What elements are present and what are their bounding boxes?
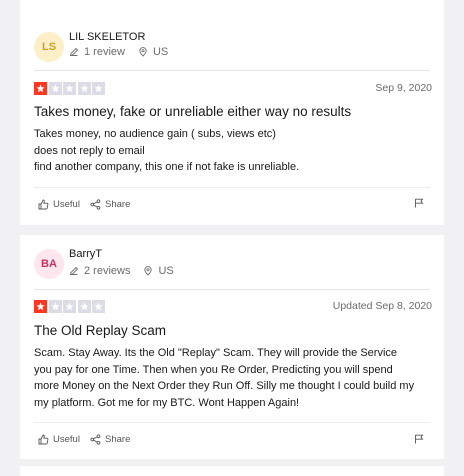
review-body-line: does not reply to email — [34, 144, 145, 157]
star-rating — [34, 300, 107, 313]
review-card — [20, 466, 444, 476]
share-button[interactable]: Share — [90, 199, 130, 210]
useful-button[interactable]: Useful — [38, 434, 80, 445]
pencil-icon — [69, 266, 79, 276]
divider — [34, 70, 430, 71]
star-icon — [63, 300, 76, 313]
star-rating — [34, 82, 107, 95]
useful-label: Useful — [53, 199, 80, 210]
review-count: 1 review — [84, 46, 125, 58]
review-date: Updated Sep 8, 2020 — [332, 300, 432, 312]
reviewer-meta: 2 reviews US — [69, 265, 174, 277]
location-pin-icon — [138, 47, 148, 57]
pencil-icon — [69, 47, 79, 57]
country: US — [152, 46, 169, 58]
avatar[interactable]: LS — [34, 32, 64, 62]
review-body-line: Scam. Stay Away. Its the Old "Replay" Sc… — [34, 347, 398, 359]
reviewer-meta: 1 review US — [69, 46, 168, 58]
reviewer-name[interactable]: BarryT — [69, 248, 102, 260]
star-icon — [77, 82, 91, 95]
avatar[interactable]: BA — [34, 249, 64, 279]
review-count: 2 reviews — [84, 265, 131, 277]
star-icon — [63, 82, 76, 95]
divider — [34, 422, 430, 423]
review-date: Sep 9, 2020 — [375, 82, 432, 94]
review-card: LS LIL SKELETOR 1 review US Sep 9, 2020 … — [20, 0, 444, 225]
review-body-line: more Money on the Next Order they Run Of… — [34, 380, 415, 392]
star-icon — [34, 300, 47, 313]
review-body: Scam. Stay Away. Its the Old "Replay" Sc… — [34, 345, 434, 411]
review-card: BA BarryT 2 reviews US Updated Sep 8, 20… — [20, 235, 444, 459]
flag-icon[interactable] — [414, 431, 424, 444]
thumbs-up-icon — [38, 199, 49, 210]
star-icon — [77, 300, 91, 313]
star-icon — [48, 82, 62, 95]
review-title[interactable]: Takes money, fake or unreliable either w… — [34, 104, 351, 119]
reviewer-name[interactable]: LIL SKELETOR — [69, 31, 145, 43]
review-body-line: you pay for one Time. Then when you Re O… — [34, 363, 393, 376]
review-body-line: Takes money, no audience gain ( subs, vi… — [34, 128, 276, 140]
share-label: Share — [105, 434, 131, 445]
useful-button[interactable]: Useful — [38, 199, 80, 210]
share-button[interactable]: Share — [90, 434, 130, 445]
useful-label: Useful — [53, 434, 80, 445]
divider — [34, 289, 430, 290]
location-pin-icon — [143, 266, 153, 276]
share-icon — [90, 199, 101, 210]
divider — [34, 187, 430, 188]
country: US — [158, 265, 174, 277]
star-icon — [92, 300, 105, 313]
share-label: Share — [105, 199, 131, 210]
share-icon — [90, 434, 101, 445]
review-body: Takes money, no audience gain ( subs, vi… — [34, 126, 434, 176]
star-icon — [48, 300, 62, 313]
review-body-line: find another company, this one if not fa… — [34, 161, 300, 173]
review-body-line: my platform. Got me for my BTC. Wont Hap… — [34, 396, 300, 409]
star-icon — [34, 82, 47, 95]
review-title[interactable]: The Old Replay Scam — [34, 323, 166, 338]
flag-icon[interactable] — [414, 195, 424, 208]
thumbs-up-icon — [38, 434, 49, 445]
star-icon — [92, 82, 105, 95]
